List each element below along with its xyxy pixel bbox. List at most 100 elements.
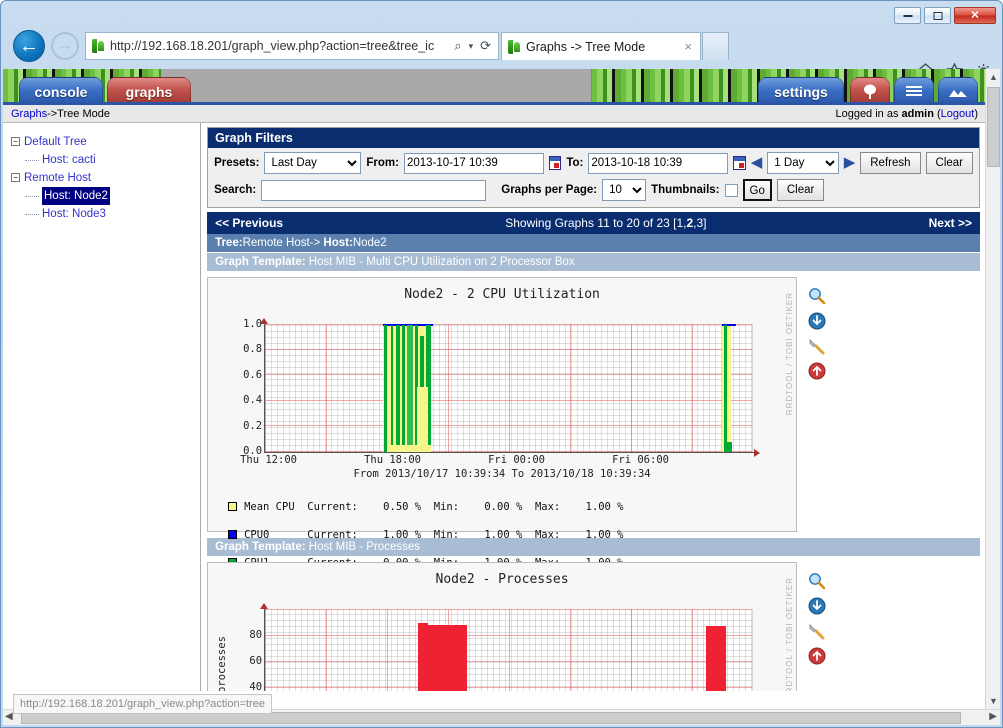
shift-left-icon[interactable]: ◀: [751, 155, 763, 170]
graph-processes[interactable]: RRDTOOL / TOBI OETIKER Node2 - Processes…: [207, 562, 798, 691]
nav-tab-settings[interactable]: settings: [758, 77, 844, 105]
timespan-select[interactable]: 1 Day: [767, 152, 839, 174]
search-input[interactable]: [261, 179, 487, 201]
chevron-down-icon[interactable]: ▾: [469, 41, 474, 52]
scroll-right-button[interactable]: ▶: [989, 711, 997, 722]
tree-label: Tree:: [215, 237, 243, 249]
scroll-left-button[interactable]: ◀: [5, 711, 13, 722]
logout-link[interactable]: Logout: [941, 108, 975, 120]
tab-close-icon[interactable]: ×: [680, 39, 696, 54]
previous-page-link[interactable]: << Previous: [215, 216, 283, 230]
sidebar-item-label: Host: Node3: [42, 208, 106, 220]
new-tab-button[interactable]: [702, 32, 729, 60]
shift-right-icon[interactable]: ▶: [844, 155, 856, 170]
sidebar-item-host-node2[interactable]: Host: Node2: [25, 187, 200, 205]
paging-summary-pre: Showing Graphs 11 to 20 of 23 [1,: [505, 216, 687, 230]
graphs-per-page-select[interactable]: 10: [602, 179, 647, 201]
legend-current-value: 1.00 %: [383, 529, 422, 541]
reload-icon[interactable]: ⟳: [480, 38, 491, 54]
sidebar-item-label: Default Tree: [24, 136, 87, 148]
maximize-button[interactable]: [924, 7, 951, 24]
csv-export-icon[interactable]: [808, 312, 826, 330]
clear-search-button[interactable]: Clear: [776, 179, 825, 201]
address-bar-icons: ⌕ ▾ ⟳: [454, 38, 494, 54]
graph-title: Node2 - Processes: [435, 572, 569, 587]
legend-current-value: 0.50 %: [383, 501, 422, 513]
legend-series-name: Mean CPU: [244, 501, 295, 513]
nav-tab-graphs[interactable]: graphs: [107, 77, 191, 105]
nav-tab-list-view[interactable]: [894, 77, 934, 105]
legend-row: CPU0 Current: 1.00 % Min: 1.00 % Max: 1.…: [228, 528, 796, 542]
collapse-toggle-icon[interactable]: −: [11, 137, 20, 146]
collapse-toggle-icon[interactable]: −: [11, 173, 20, 182]
y-tick: 0.2: [243, 420, 263, 432]
clear-button[interactable]: Clear: [925, 152, 974, 174]
tree-connector-icon: [25, 196, 39, 197]
sidebar-item-remote-host[interactable]: − Remote Host: [9, 169, 200, 187]
y-tick: 1.0: [243, 318, 263, 330]
breadcrumb-separator: ->: [47, 107, 58, 120]
vertical-scroll-thumb[interactable]: [987, 87, 1000, 167]
legend-series-name: CPU0: [244, 529, 270, 541]
browser-tabstrip: Graphs -> Tree Mode ×: [501, 32, 729, 60]
from-date-input[interactable]: [403, 152, 544, 174]
search-icon[interactable]: ⌕: [454, 38, 461, 54]
properties-icon[interactable]: [808, 337, 826, 355]
minimize-button[interactable]: [894, 7, 921, 24]
thumbnails-checkbox[interactable]: [724, 183, 738, 197]
graph-action-icons-cpu: [797, 277, 837, 532]
page-viewport: console graphs settings Graphs -> Tree M…: [3, 69, 1000, 709]
legend-max-label: Max:: [534, 501, 561, 513]
nav-tab-tree-view[interactable]: [850, 77, 890, 105]
breadcrumb-link-graphs[interactable]: Graphs: [11, 108, 47, 120]
tab-favicon-icon: [508, 39, 521, 55]
to-calendar-icon[interactable]: [733, 156, 746, 170]
page-top-icon[interactable]: [808, 647, 826, 665]
refresh-button[interactable]: Refresh: [860, 152, 921, 174]
zoom-icon[interactable]: [808, 572, 826, 590]
sidebar-item-host-cacti[interactable]: Host: cacti: [25, 151, 200, 169]
next-page-link[interactable]: Next >>: [929, 216, 972, 230]
nav-tab-console[interactable]: console: [19, 77, 103, 105]
paging-summary: Showing Graphs 11 to 20 of 23 [1,2,3]: [283, 216, 929, 230]
nav-tab-preview-view[interactable]: [938, 77, 978, 105]
tree-connector-icon: [25, 214, 39, 215]
to-date-input[interactable]: [588, 152, 729, 174]
legend-min-value: 0.00 %: [484, 501, 523, 513]
login-prefix: Logged in as: [835, 107, 902, 120]
y-tick: 0.4: [243, 394, 263, 406]
graph-plot-wrapper: processes 80 60 40: [208, 587, 796, 691]
graph-plot-wrapper: 1.0 0.8 0.6 0.4 0.2 0.0 Thu 12:00 Thu 18…: [208, 302, 796, 480]
sidebar-item-host-node3[interactable]: Host: Node3: [25, 205, 200, 223]
back-button[interactable]: ←: [13, 30, 45, 62]
x-tick: Thu 12:00: [240, 454, 297, 466]
properties-icon[interactable]: [808, 622, 826, 640]
x-tick: Fri 00:00: [488, 454, 545, 466]
graph-cpu-utilization[interactable]: RRDTOOL / TOBI OETIKER Node2 - 2 CPU Uti…: [207, 277, 798, 569]
page-top-icon[interactable]: [808, 362, 826, 380]
cacti-banner: console graphs settings: [3, 69, 986, 105]
nav-tab-graphs-label: graphs: [125, 83, 173, 100]
browser-tab[interactable]: Graphs -> Tree Mode ×: [501, 32, 701, 60]
y-tick: 40: [249, 681, 263, 691]
sidebar-item-default-tree[interactable]: − Default Tree: [9, 133, 200, 151]
legend-row: Mean CPU Current: 0.50 % Min: 0.00 % Max…: [228, 500, 796, 514]
vertical-scrollbar[interactable]: ▲ ▼: [985, 69, 1000, 709]
legend-min-label: Min:: [433, 501, 460, 513]
scroll-down-button[interactable]: ▼: [986, 693, 1001, 709]
scroll-up-button[interactable]: ▲: [986, 69, 1001, 85]
zoom-icon[interactable]: [808, 287, 826, 305]
login-username: admin: [901, 107, 934, 120]
browser-tab-label: Graphs -> Tree Mode: [526, 39, 646, 54]
close-button[interactable]: ✕: [954, 7, 996, 24]
thumbnails-label: Thumbnails:: [651, 184, 720, 196]
tree-header-bar: Tree:Remote Host-> Host:Node2: [207, 234, 980, 253]
presets-select[interactable]: Last Day: [264, 152, 362, 174]
forward-button[interactable]: →: [51, 32, 79, 60]
go-button[interactable]: Go: [742, 179, 772, 201]
csv-export-icon[interactable]: [808, 597, 826, 615]
from-calendar-icon[interactable]: [548, 156, 562, 170]
graph-caption: From 2013/10/17 10:39:34 To 2013/10/18 1…: [353, 468, 651, 480]
address-bar[interactable]: http://192.168.18.201/graph_view.php?act…: [85, 32, 499, 60]
browser-window: ✕ ← → http://192.168.18.201/graph_view.p…: [0, 0, 1003, 728]
